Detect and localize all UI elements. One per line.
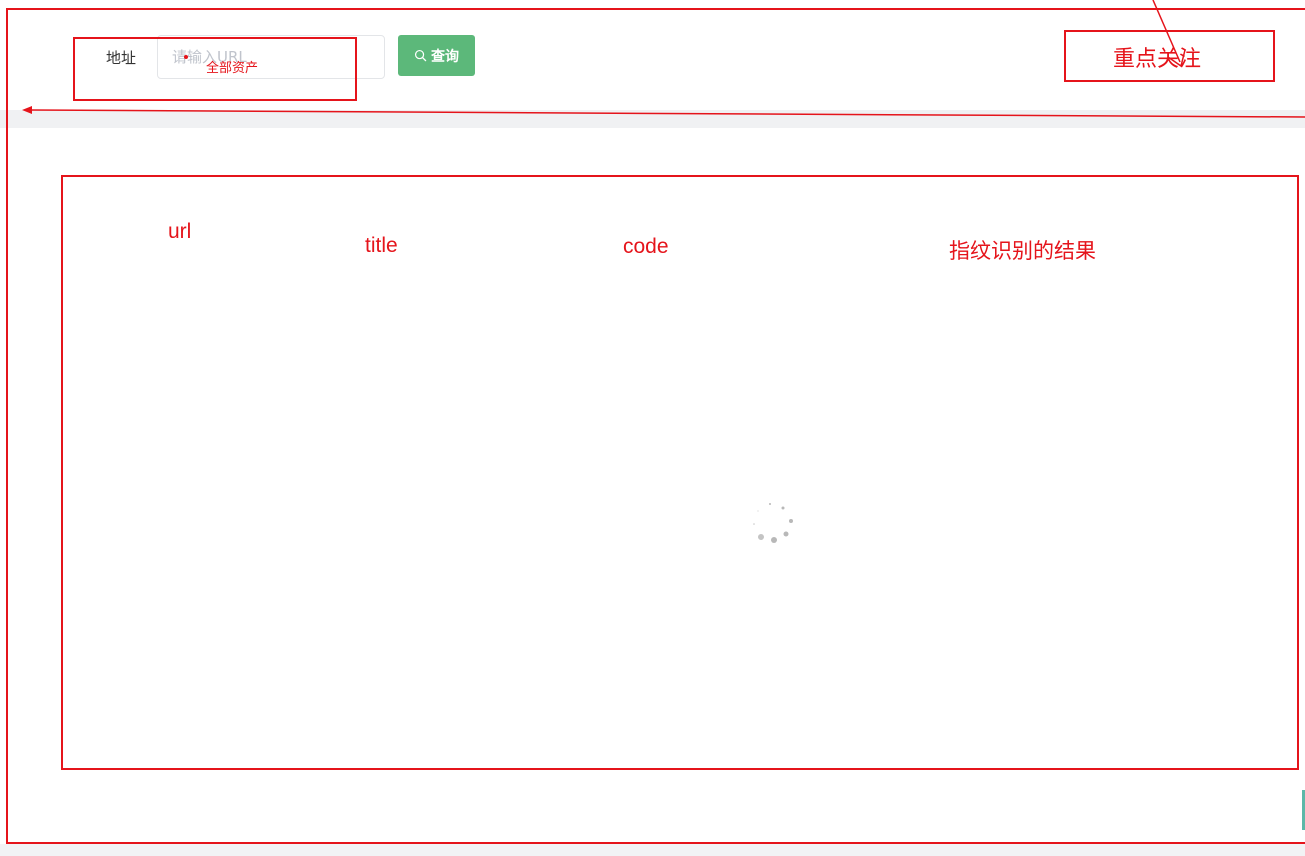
annotation-column-url: url [168, 220, 192, 243]
annotation-column-fingerprint: 指纹识别的结果 [949, 239, 1096, 263]
page: 地址 查询 全部资产 重点关注 url title code 指纹识别的结果 [0, 0, 1305, 856]
annotation-column-code: code [623, 235, 669, 258]
annotation-table-box [61, 175, 1299, 770]
annotation-dot [184, 55, 188, 59]
annotation-all-assets: 全部资产 [206, 61, 259, 76]
annotation-focus-text: 重点关注 [1113, 47, 1202, 72]
annotation-column-title: title [365, 234, 398, 257]
